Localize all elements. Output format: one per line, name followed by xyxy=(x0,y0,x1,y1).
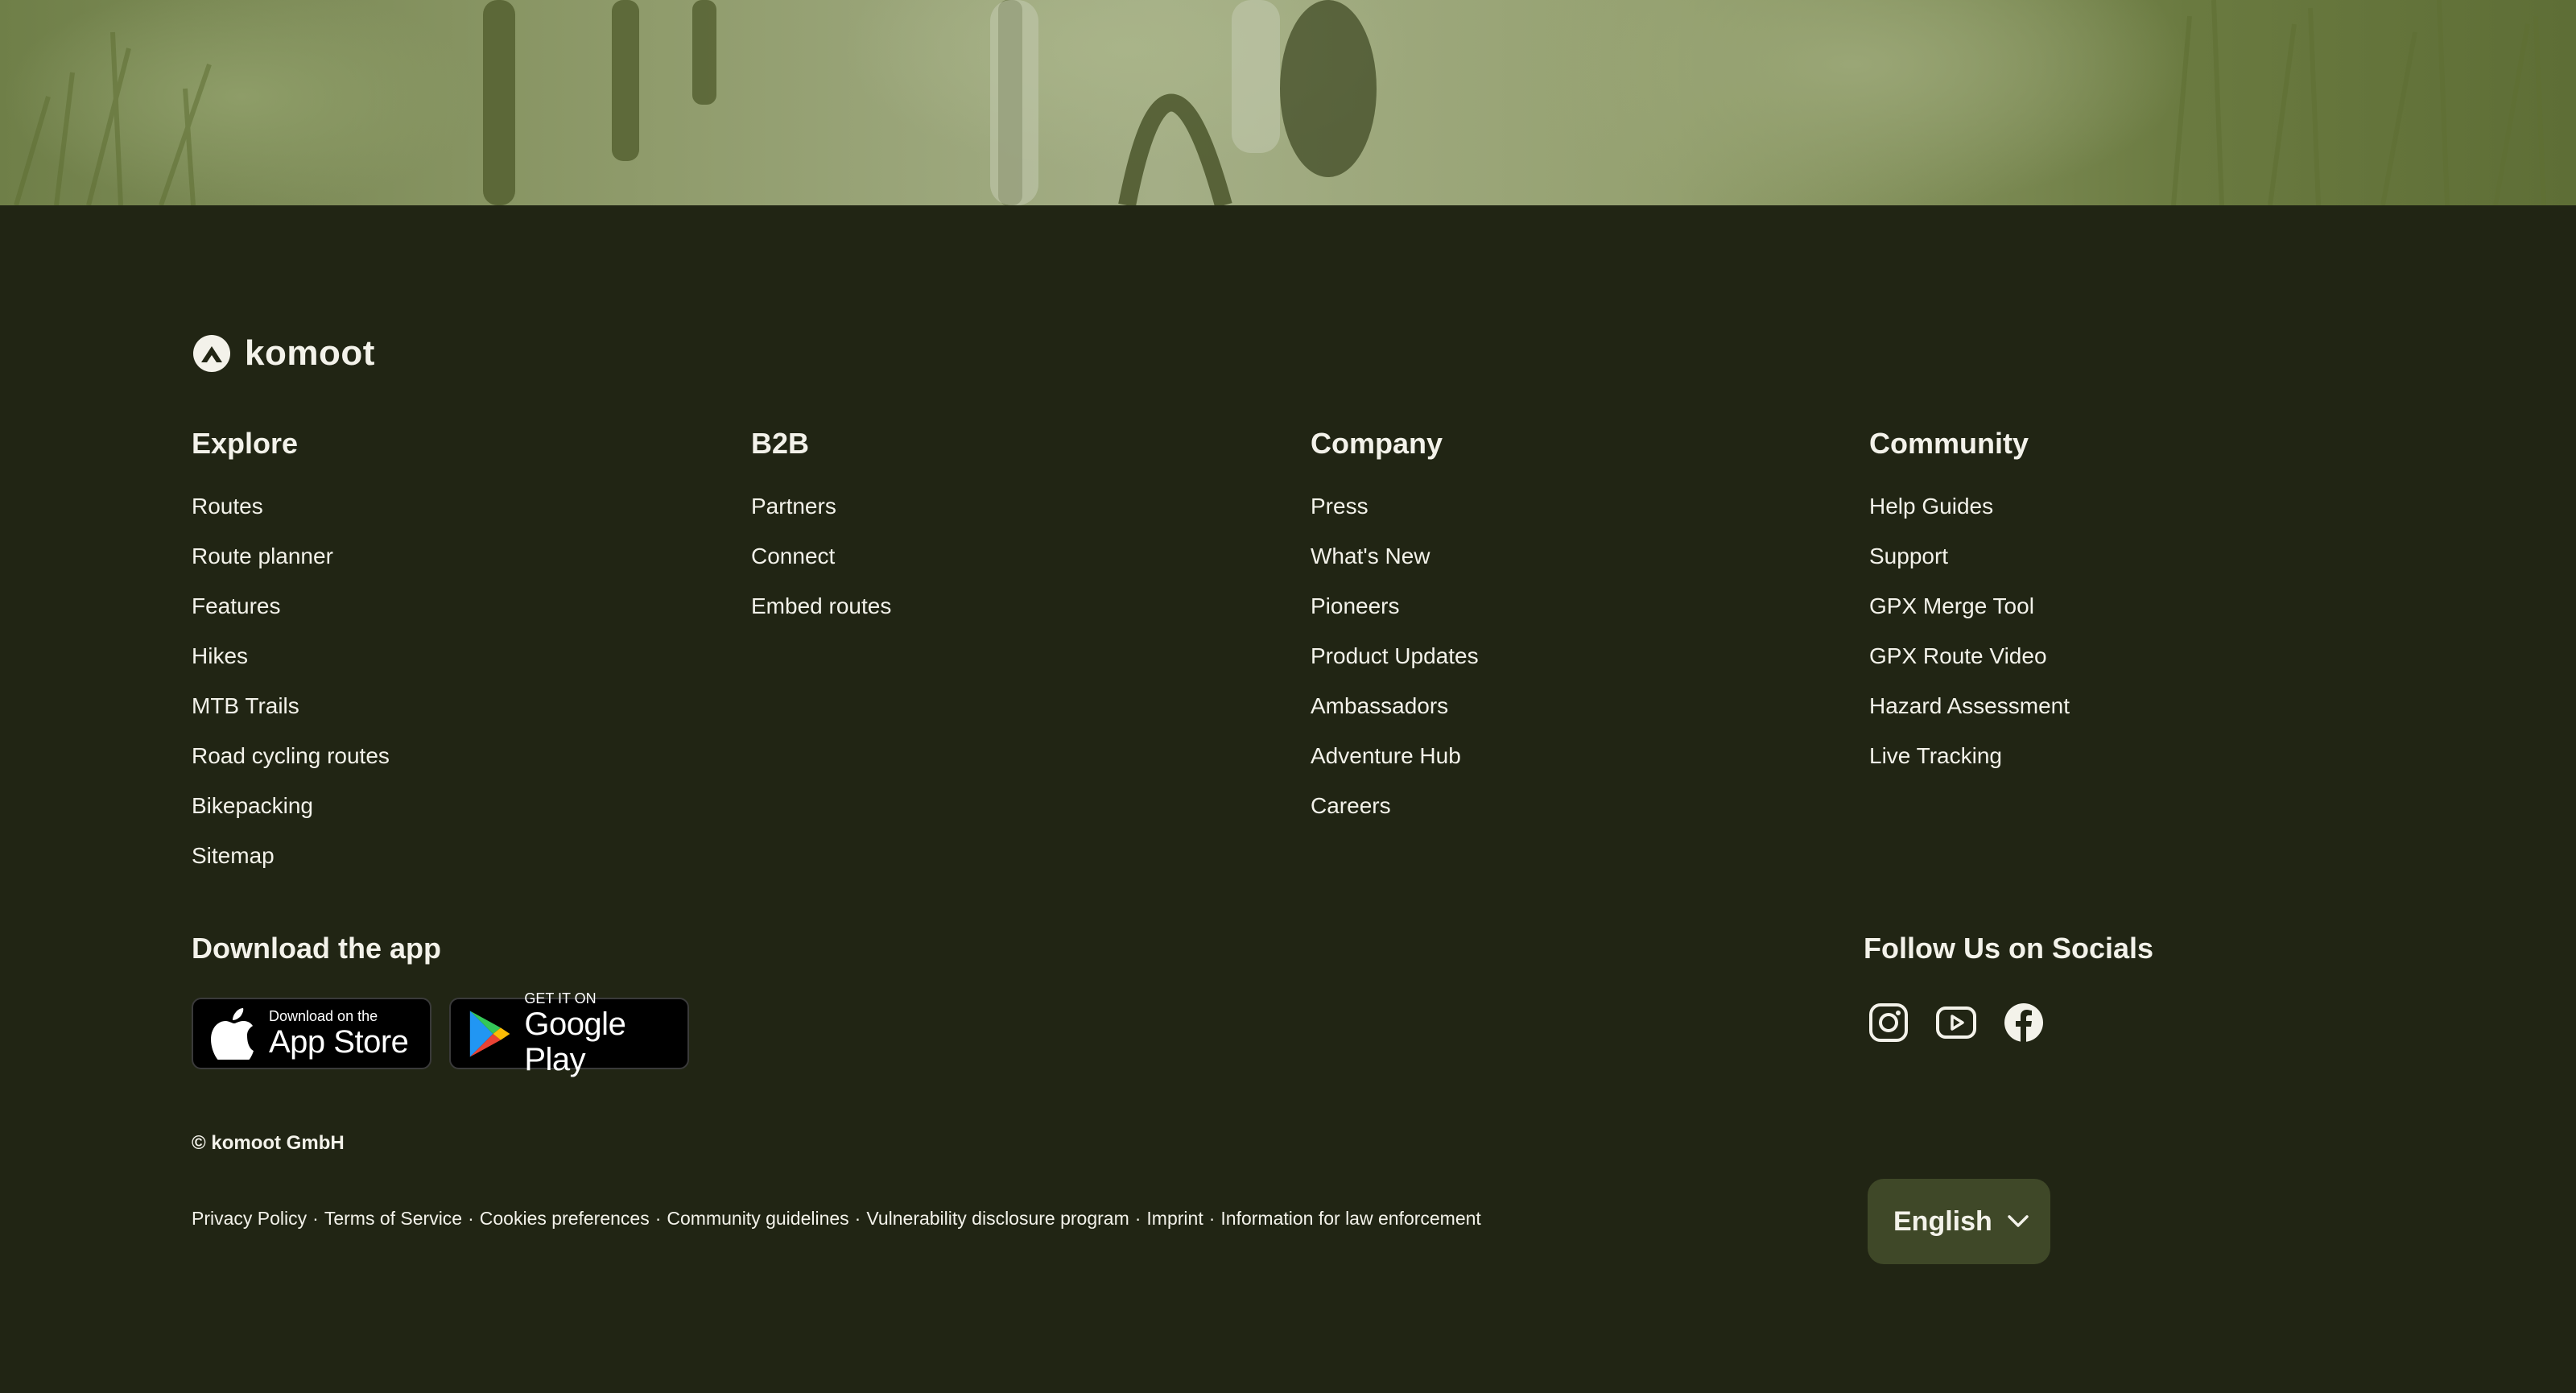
footer-column-b2b: B2B Partners Connect Embed routes xyxy=(751,424,891,631)
app-store-badge[interactable]: Download on the App Store xyxy=(192,998,431,1069)
footer-link-careers[interactable]: Careers xyxy=(1311,781,1479,831)
footer-link-adventure-hub[interactable]: Adventure Hub xyxy=(1311,731,1479,781)
footer-link-hazard-assessment[interactable]: Hazard Assessment xyxy=(1869,681,2070,731)
footer-link-gpx-route-video[interactable]: GPX Route Video xyxy=(1869,631,2070,681)
chevron-down-icon xyxy=(2008,1215,2029,1227)
komoot-logo-icon xyxy=(193,335,230,372)
app-store-small-text: Download on the xyxy=(269,1007,378,1024)
footer-link-help-guides[interactable]: Help Guides xyxy=(1869,482,2070,531)
footer-link-ambassadors[interactable]: Ambassadors xyxy=(1311,681,1479,731)
footer-link-live-tracking[interactable]: Live Tracking xyxy=(1869,731,2070,781)
brand-name: komoot xyxy=(245,333,375,373)
separator: · xyxy=(654,1208,662,1229)
footer-link-bikepacking[interactable]: Bikepacking xyxy=(192,781,390,831)
legal-link-cookies-preferences[interactable]: Cookies preferences xyxy=(480,1208,650,1230)
language-label: English xyxy=(1893,1205,1992,1237)
footer-link-features[interactable]: Features xyxy=(192,581,390,631)
legal-link-law-enforcement[interactable]: Information for law enforcement xyxy=(1220,1208,1480,1230)
apple-icon xyxy=(211,1007,254,1060)
app-store-big-text: App Store xyxy=(269,1023,409,1060)
footer-link-mtb-trails[interactable]: MTB Trails xyxy=(192,681,390,731)
footer-column-company: Company Press What's New Pioneers Produc… xyxy=(1311,424,1479,831)
footer-link-pioneers[interactable]: Pioneers xyxy=(1311,581,1479,631)
separator: · xyxy=(1208,1208,1216,1229)
legal-link-vulnerability-disclosure[interactable]: Vulnerability disclosure program xyxy=(866,1208,1129,1230)
legal-link-imprint[interactable]: Imprint xyxy=(1146,1208,1203,1230)
footer-link-whats-new[interactable]: What's New xyxy=(1311,531,1479,581)
footer-link-road-cycling-routes[interactable]: Road cycling routes xyxy=(192,731,390,781)
separator: · xyxy=(854,1208,861,1229)
footer-link-press[interactable]: Press xyxy=(1311,482,1479,531)
google-play-icon xyxy=(469,1010,510,1057)
footer-link-embed-routes[interactable]: Embed routes xyxy=(751,581,891,631)
column-title: Explore xyxy=(192,427,299,460)
footer-column-community: Community Help Guides Support GPX Merge … xyxy=(1869,424,2070,781)
footer-link-routes[interactable]: Routes xyxy=(192,482,390,531)
footer-link-support[interactable]: Support xyxy=(1869,531,2070,581)
legal-link-terms-of-service[interactable]: Terms of Service xyxy=(324,1208,462,1230)
google-play-small-text: GET IT ON xyxy=(524,990,597,1007)
footer-link-gpx-merge-tool[interactable]: GPX Merge Tool xyxy=(1869,581,2070,631)
instagram-icon[interactable] xyxy=(1868,1002,1909,1044)
socials-title: Follow Us on Socials xyxy=(1864,932,2154,965)
separator: · xyxy=(1134,1208,1141,1229)
google-play-big-text: Google Play xyxy=(524,1006,626,1077)
hero-image xyxy=(0,0,2576,205)
footer-link-route-planner[interactable]: Route planner xyxy=(192,531,390,581)
facebook-icon[interactable] xyxy=(2003,1002,2045,1044)
komoot-logo[interactable]: komoot xyxy=(192,333,375,374)
footer-link-connect[interactable]: Connect xyxy=(751,531,891,581)
column-title: Community xyxy=(1869,427,2029,460)
footer-link-sitemap[interactable]: Sitemap xyxy=(192,831,390,881)
separator: · xyxy=(312,1208,319,1229)
footer-link-hikes[interactable]: Hikes xyxy=(192,631,390,681)
separator: · xyxy=(468,1208,474,1229)
language-selector[interactable]: English xyxy=(1868,1179,2050,1264)
column-title: B2B xyxy=(751,427,810,460)
copyright-text: © komoot GmbH xyxy=(192,1132,345,1154)
google-play-badge[interactable]: GET IT ON Google Play xyxy=(449,990,689,1077)
footer-column-explore: Explore Routes Route planner Features Hi… xyxy=(192,424,390,881)
legal-link-community-guidelines[interactable]: Community guidelines xyxy=(667,1208,848,1230)
footer-link-partners[interactable]: Partners xyxy=(751,482,891,531)
legal-link-privacy-policy[interactable]: Privacy Policy xyxy=(192,1208,307,1230)
column-title: Company xyxy=(1311,427,1443,460)
footer-link-product-updates[interactable]: Product Updates xyxy=(1311,631,1479,681)
youtube-icon[interactable] xyxy=(1935,1002,1977,1044)
legal-links: Privacy Policy · Terms of Service · Cook… xyxy=(192,1208,1481,1230)
download-app-title: Download the app xyxy=(192,932,441,965)
